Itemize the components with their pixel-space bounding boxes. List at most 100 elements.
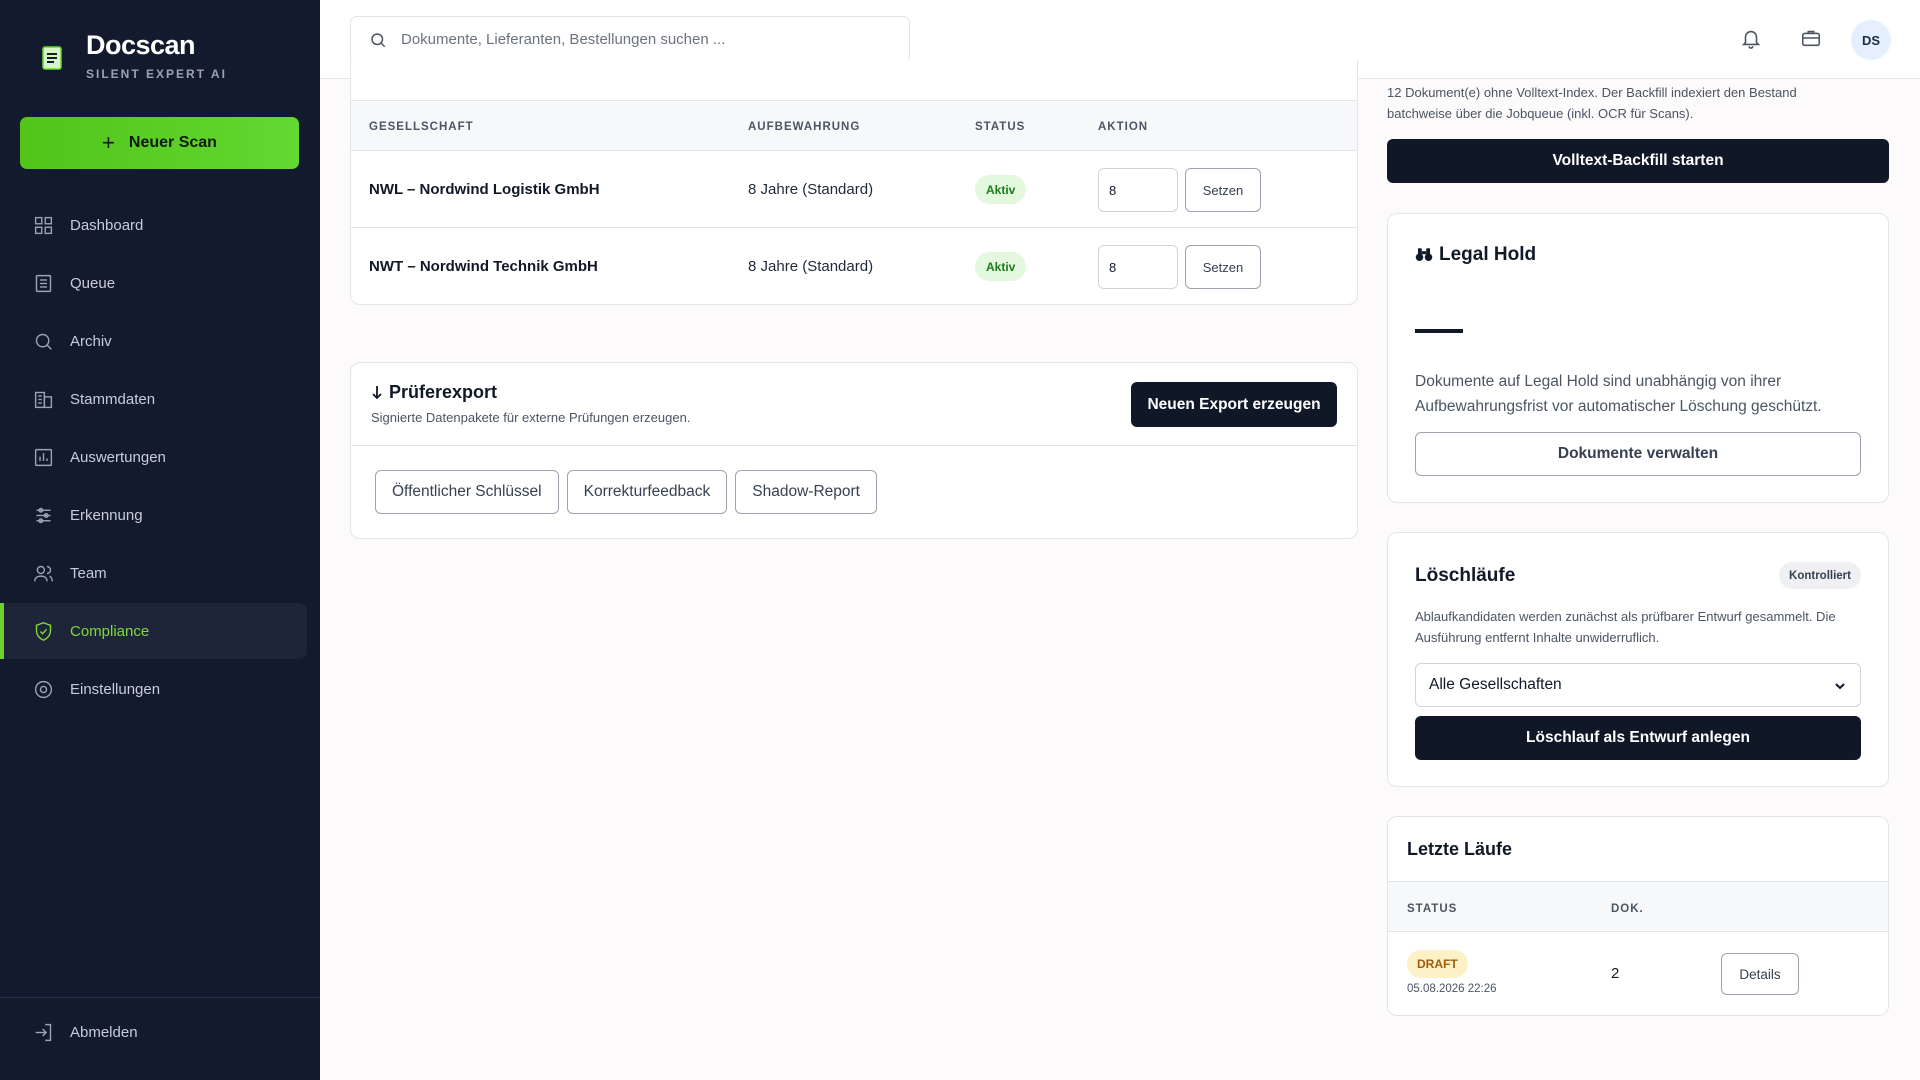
deletion-description: Ablaufkandidaten werden zunächst als prü…	[1415, 609, 1836, 645]
public-key-button[interactable]: Öffentlicher Schlüssel	[375, 470, 559, 514]
sidebar-item-queue[interactable]: Queue	[0, 255, 320, 311]
new-export-button[interactable]: Neuen Export erzeugen	[1131, 382, 1337, 427]
sidebar-item-archiv[interactable]: Archiv	[0, 313, 320, 369]
building-icon	[34, 391, 53, 408]
company-select-value: Alle Gesellschaften	[1429, 676, 1562, 693]
gear-icon	[34, 680, 53, 698]
sidebar-item-stammdaten[interactable]: Stammdaten	[0, 371, 320, 427]
company-name: NWL – Nordwind Logistik GmbH	[369, 181, 600, 198]
brand-subtitle: SILENT EXPERT AI	[86, 67, 227, 81]
column-header-company: GESELLSCHAFT	[369, 121, 474, 133]
manage-documents-button[interactable]: Dokumente verwalten	[1415, 432, 1861, 476]
search-icon	[371, 32, 386, 47]
retention-card: GESELLSCHAFT AUFBEWAHRUNG STATUS AKTION …	[350, 60, 1358, 305]
set-button[interactable]: Setzen	[1185, 168, 1261, 212]
sliders-icon	[36, 507, 51, 523]
backfill-description: 12 Dokument(e) ohne Volltext-Index. Der …	[1387, 85, 1797, 121]
recent-runs-title: Letzte Läufe	[1407, 839, 1513, 859]
table-row: NWT – Nordwind Technik GmbH 8 Jahre (Sta…	[351, 228, 1357, 304]
sidebar: Docscan SILENT EXPERT AI + Neuer Scan Da…	[0, 0, 320, 1080]
users-icon	[34, 565, 53, 581]
table-header: STATUS DOK.	[1388, 881, 1888, 932]
shadow-report-button[interactable]: Shadow-Report	[735, 470, 877, 514]
company-select[interactable]: Alle Gesellschaften	[1415, 663, 1861, 707]
sidebar-item-label: Queue	[70, 274, 116, 292]
status-badge: Aktiv	[975, 175, 1027, 204]
retention-years-input[interactable]	[1098, 168, 1178, 212]
sidebar-item-label: Archiv	[70, 332, 112, 350]
legal-hold-title: Legal Hold	[1415, 244, 1536, 266]
export-header: Prüferexport Signierte Datenpakete für e…	[351, 363, 1357, 446]
deletion-runs-card: Löschläufe Kontrolliert Ablaufkandidaten…	[1387, 532, 1889, 787]
sidebar-item-label: Dashboard	[70, 216, 144, 234]
new-scan-button[interactable]: + Neuer Scan	[20, 117, 299, 169]
brand-name: Docscan	[86, 30, 196, 60]
plus-icon: +	[102, 130, 115, 155]
sidebar-item-team[interactable]: Team	[0, 545, 320, 601]
run-timestamp: 05.08.2026 22:26	[1407, 983, 1497, 995]
column-header-retention: AUFBEWAHRUNG	[748, 121, 861, 133]
sidebar-item-dashboard[interactable]: Dashboard	[0, 197, 320, 253]
sidebar-item-auswertungen[interactable]: Auswertungen	[0, 429, 320, 485]
logout-button[interactable]: Abmelden	[33, 1022, 138, 1043]
auditor-export-card: Prüferexport Signierte Datenpakete für e…	[350, 362, 1358, 539]
controlled-badge: Kontrolliert	[1779, 562, 1861, 589]
retention-period: 8 Jahre (Standard)	[748, 181, 874, 198]
export-title: Prüferexport	[371, 382, 497, 403]
search-box[interactable]	[350, 16, 910, 63]
search-icon	[35, 333, 52, 350]
sidebar-nav: Dashboard Queue Archiv Stammdaten Auswer…	[0, 197, 320, 719]
table-row: NWL – Nordwind Logistik GmbH 8 Jahre (St…	[351, 151, 1357, 228]
binoculars-icon	[1415, 248, 1433, 261]
briefcase-icon[interactable]	[1800, 27, 1822, 49]
column-header-documents: DOK.	[1611, 903, 1644, 915]
logout-icon	[35, 1023, 52, 1042]
document-logo-icon	[42, 46, 62, 70]
details-button[interactable]: Details	[1721, 953, 1799, 995]
company-name: NWT – Nordwind Technik GmbH	[369, 258, 598, 275]
retention-period: 8 Jahre (Standard)	[748, 258, 874, 275]
legal-hold-description: Dokumente auf Legal Hold sind unabhängig…	[1415, 373, 1822, 415]
search-input[interactable]	[401, 31, 881, 48]
table-header: GESELLSCHAFT AUFBEWAHRUNG STATUS AKTION	[351, 100, 1357, 151]
avatar[interactable]: DS	[1851, 20, 1891, 60]
sidebar-item-label: Stammdaten	[70, 390, 156, 408]
export-title-text: Prüferexport	[389, 382, 498, 402]
shield-icon	[35, 621, 52, 641]
legal-hold-title-text: Legal Hold	[1439, 244, 1537, 265]
recent-runs-card: Letzte Läufe STATUS DOK. DRAFT 05.08.202…	[1387, 816, 1889, 1016]
grid-icon	[34, 216, 53, 234]
logout-label: Abmelden	[70, 1024, 138, 1041]
download-icon	[372, 385, 382, 399]
column-header-status: STATUS	[1407, 903, 1458, 915]
new-scan-label: Neuer Scan	[128, 134, 217, 151]
correction-feedback-button[interactable]: Korrekturfeedback	[566, 470, 728, 514]
brand[interactable]: Docscan SILENT EXPERT AI	[40, 30, 227, 81]
sidebar-item-label: Auswertungen	[70, 448, 166, 466]
sidebar-item-label: Erkennung	[70, 506, 143, 524]
chevron-down-icon	[1835, 683, 1845, 690]
list-icon	[35, 274, 52, 292]
fulltext-backfill-button[interactable]: Volltext-Backfill starten	[1387, 139, 1889, 183]
sidebar-divider	[0, 997, 320, 998]
export-actions: Öffentlicher Schlüssel Korrekturfeedback…	[375, 470, 877, 514]
column-header-action: AKTION	[1098, 121, 1149, 133]
bell-icon[interactable]	[1740, 27, 1762, 49]
legal-hold-card: Legal Hold Dokumente auf Legal Hold sind…	[1387, 213, 1889, 503]
legal-hold-count	[1415, 329, 1463, 333]
status-badge: Aktiv	[975, 252, 1027, 281]
retention-years-input[interactable]	[1098, 245, 1178, 289]
deletion-title: Löschläufe	[1415, 565, 1516, 586]
set-button[interactable]: Setzen	[1185, 245, 1261, 289]
export-subtitle: Signierte Datenpakete für externe Prüfun…	[371, 410, 691, 425]
sidebar-item-label: Compliance	[70, 622, 150, 640]
column-header-status: STATUS	[975, 121, 1026, 133]
sidebar-item-einstellungen[interactable]: Einstellungen	[0, 661, 320, 717]
create-deletion-draft-button[interactable]: Löschlauf als Entwurf anlegen	[1415, 716, 1861, 760]
chart-icon	[34, 448, 53, 466]
status-badge: DRAFT	[1407, 950, 1468, 978]
sidebar-item-label: Einstellungen	[70, 680, 161, 698]
sidebar-item-erkennung[interactable]: Erkennung	[0, 487, 320, 543]
sidebar-item-compliance[interactable]: Compliance	[0, 603, 307, 659]
document-count: 2	[1611, 965, 1620, 982]
